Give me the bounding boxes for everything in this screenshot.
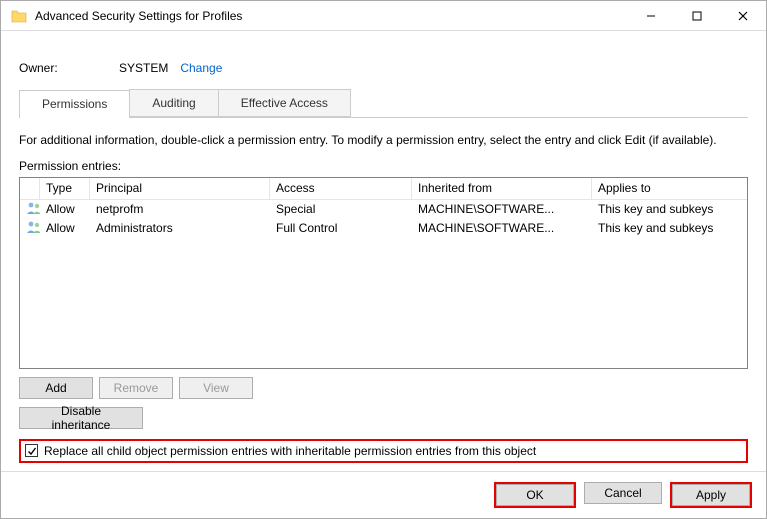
tab-strip: Permissions Auditing Effective Access	[19, 89, 748, 118]
content-area: Owner: SYSTEM Change Permissions Auditin…	[1, 31, 766, 471]
owner-row: Owner: SYSTEM Change	[19, 43, 748, 89]
cell-access: Special	[270, 202, 412, 216]
window-controls	[628, 1, 766, 30]
apply-highlight: Apply	[670, 482, 752, 508]
entry-action-buttons: Add Remove View	[19, 377, 748, 399]
replace-permissions-checkbox[interactable]	[25, 444, 38, 457]
cell-inherited: MACHINE\SOFTWARE...	[412, 221, 592, 235]
replace-permissions-label: Replace all child object permission entr…	[44, 444, 536, 458]
cell-principal: Administrators	[90, 221, 270, 235]
principal-icon	[20, 220, 40, 237]
cell-principal: netprofm	[90, 202, 270, 216]
permission-entries-label: Permission entries:	[19, 159, 748, 173]
add-button[interactable]: Add	[19, 377, 93, 399]
owner-value: SYSTEM	[119, 61, 168, 75]
principal-icon	[20, 201, 40, 218]
col-header-type[interactable]: Type	[40, 178, 90, 199]
titlebar: Advanced Security Settings for Profiles	[1, 1, 766, 31]
tab-effective-access[interactable]: Effective Access	[218, 89, 351, 117]
owner-label: Owner:	[19, 61, 119, 75]
cell-type: Allow	[40, 202, 90, 216]
remove-button: Remove	[99, 377, 173, 399]
cancel-button[interactable]: Cancel	[584, 482, 662, 504]
cell-applies: This key and subkeys	[592, 202, 747, 216]
close-button[interactable]	[720, 1, 766, 30]
disable-inheritance-button[interactable]: Disable inheritance	[19, 407, 143, 429]
folder-icon	[11, 8, 27, 24]
instructions-text: For additional information, double-click…	[19, 132, 748, 149]
table-header: Type Principal Access Inherited from App…	[20, 178, 747, 200]
cell-type: Allow	[40, 221, 90, 235]
tab-permissions[interactable]: Permissions	[19, 90, 130, 118]
maximize-button[interactable]	[674, 1, 720, 30]
minimize-button[interactable]	[628, 1, 674, 30]
ok-button[interactable]: OK	[496, 484, 574, 506]
ok-highlight: OK	[494, 482, 576, 508]
cell-access: Full Control	[270, 221, 412, 235]
cell-applies: This key and subkeys	[592, 221, 747, 235]
col-header-inherited[interactable]: Inherited from	[412, 178, 592, 199]
replace-permissions-row[interactable]: Replace all child object permission entr…	[19, 439, 748, 463]
dialog-footer: OK Cancel Apply	[1, 471, 766, 518]
col-header-icon[interactable]	[20, 178, 40, 199]
col-header-access[interactable]: Access	[270, 178, 412, 199]
window-title: Advanced Security Settings for Profiles	[35, 9, 628, 23]
view-button: View	[179, 377, 253, 399]
apply-button[interactable]: Apply	[672, 484, 750, 506]
col-header-applies[interactable]: Applies to	[592, 178, 747, 199]
cell-inherited: MACHINE\SOFTWARE...	[412, 202, 592, 216]
permission-entries-table[interactable]: Type Principal Access Inherited from App…	[19, 177, 748, 369]
change-owner-link[interactable]: Change	[180, 61, 222, 75]
table-row[interactable]: Allow Administrators Full Control MACHIN…	[20, 219, 747, 238]
tab-auditing[interactable]: Auditing	[129, 89, 218, 117]
col-header-principal[interactable]: Principal	[90, 178, 270, 199]
table-row[interactable]: Allow netprofm Special MACHINE\SOFTWARE.…	[20, 200, 747, 219]
